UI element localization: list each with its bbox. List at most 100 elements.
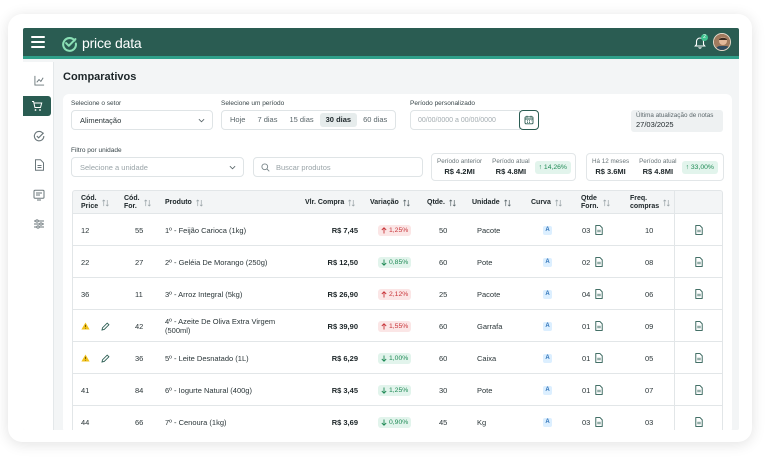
cell-qtde-forn[interactable]: 03: [582, 406, 603, 430]
edit-button[interactable]: [101, 310, 110, 342]
curve-badge: A: [543, 417, 552, 427]
cell-cod-for: 11: [135, 289, 143, 299]
col-qtde-forn-line1: Qtde: [581, 195, 597, 202]
table-row[interactable]: 22 27 2º - Geléia De Morango (250g) R$ 12,5…: [72, 246, 723, 278]
cell-freq: 09: [645, 321, 654, 331]
row-document-button[interactable]: [695, 310, 703, 342]
sidebar-item-dashboard[interactable]: [29, 70, 49, 90]
cell-variacao: 1,25%: [378, 214, 412, 246]
col-vlr-compra[interactable]: Vlr. Compra: [305, 191, 356, 215]
col-cod-price[interactable]: Cód. Price: [81, 191, 109, 215]
cell-unidade: Pote: [477, 385, 493, 395]
cell-curva: A: [543, 374, 552, 406]
cell-qtde-forn[interactable]: 03: [582, 214, 603, 246]
period-option-today[interactable]: Hoje: [224, 113, 251, 127]
sector-select[interactable]: Alimentação: [71, 110, 213, 130]
col-qtde-forn-line2: Forn.: [581, 203, 599, 210]
suppliers-count: 03: [582, 225, 591, 235]
table-row[interactable]: 44 66 7º - Cenoura (1kg) R$ 3,69 0,90% 45 Kg A 0…: [72, 406, 723, 430]
col-qtde[interactable]: Qtde.: [427, 191, 456, 215]
app-logo[interactable]: price data: [61, 34, 142, 52]
variation-value: 2,12%: [389, 290, 409, 298]
col-qtde-forn[interactable]: Qtde Forn.: [581, 191, 610, 215]
table-row[interactable]: 36 11 3º - Arroz Integral (5kg) R$ 26,90 2,1…: [72, 278, 723, 310]
variation-value: 1,25%: [389, 226, 409, 234]
user-avatar[interactable]: [713, 33, 731, 51]
sidebar-item-documents[interactable]: [29, 155, 49, 175]
row-document-button[interactable]: [695, 342, 703, 374]
col-unidade-label: Unidade: [472, 199, 500, 206]
cell-qtde-forn[interactable]: 02: [582, 246, 603, 278]
arrow-up-icon: [381, 322, 387, 329]
sort-icon: [143, 199, 151, 207]
variation-value: 1,00%: [389, 354, 409, 362]
cell-qtde-forn[interactable]: 01: [582, 374, 603, 406]
col-variacao-label: Variação: [370, 199, 399, 206]
custom-period-input[interactable]: 00/00/0000 a 00/00/0000: [410, 110, 520, 130]
cell-variacao: 1,25%: [378, 374, 412, 406]
sort-icon: [555, 199, 562, 207]
suppliers-count: 01: [582, 321, 591, 331]
edit-button[interactable]: [101, 342, 110, 374]
table-row[interactable]: 12 55 1º - Feijão Carioca (1kg) R$ 7,45 1,25…: [72, 214, 723, 246]
calendar-button[interactable]: [519, 110, 539, 130]
search-icon: [261, 163, 270, 172]
cell-qtde-forn[interactable]: 04: [582, 278, 603, 310]
col-cod-for[interactable]: Cód. For.: [124, 191, 151, 215]
cell-variacao: 0,90%: [378, 406, 412, 430]
sidebar: [23, 62, 54, 430]
cell-produto: 4º - Azeite De Oliva Extra Virgem (500ml…: [165, 317, 276, 335]
col-curva[interactable]: Curva: [531, 191, 562, 215]
arrow-down-icon: [381, 419, 387, 426]
current-period-label: Período atual: [492, 158, 530, 165]
last-update-value: 27/03/2025: [636, 120, 674, 129]
variation-badge: 1,25%: [378, 384, 412, 396]
period-option-15-days[interactable]: 15 dias: [283, 113, 319, 127]
table-row[interactable]: 36 5º - Leite Desnatado (1L) R$ 6,29 1,00% 6…: [72, 342, 723, 374]
cell-freq: 06: [645, 289, 654, 299]
column-divider: [674, 374, 675, 406]
unit-select[interactable]: Selecione a unidade: [71, 157, 244, 177]
menu-icon[interactable]: [31, 36, 45, 48]
sidebar-item-reports[interactable]: [29, 185, 49, 205]
curve-badge: A: [543, 289, 552, 299]
sort-icon: [449, 199, 456, 207]
sidebar-item-settings[interactable]: [29, 214, 49, 234]
document-icon: [595, 385, 603, 395]
sidebar-item-comparativos[interactable]: [23, 96, 51, 116]
cell-curva: A: [543, 278, 552, 310]
row-document-button[interactable]: [695, 278, 703, 310]
search-input[interactable]: Buscar produtos: [253, 157, 423, 177]
col-freq-line1: Freq.: [630, 195, 648, 202]
col-variacao[interactable]: Variação: [370, 191, 410, 215]
main-content: Comparativos Selecione o setor Alimentaç…: [54, 62, 739, 430]
row-document-button[interactable]: [695, 214, 703, 246]
cell-freq: 05: [645, 353, 654, 363]
cell-qtde-forn[interactable]: 01: [582, 310, 603, 342]
row-document-button[interactable]: [695, 406, 703, 430]
document-icon: [595, 417, 603, 427]
col-freq-line2: compras: [630, 203, 660, 210]
period-option-7-days[interactable]: 7 dias: [251, 113, 283, 127]
variation-badge: 0,85%: [378, 256, 412, 268]
warning-cell[interactable]: [81, 310, 90, 342]
warning-cell[interactable]: [81, 342, 90, 374]
col-unidade[interactable]: Unidade: [472, 191, 511, 215]
edit-icon: [101, 353, 110, 363]
period-option-60-days[interactable]: 60 dias: [357, 113, 393, 127]
col-produto[interactable]: Produto: [165, 191, 203, 215]
table-row[interactable]: 41 84 6º - Iogurte Natural (400g) R$ 3,45 1,…: [72, 374, 723, 406]
period-segmented-control: Hoje 7 dias 15 dias 30 dias 60 dias: [221, 110, 397, 130]
row-document-button[interactable]: [695, 374, 703, 406]
cell-qtde-forn[interactable]: 01: [582, 342, 603, 374]
table-row[interactable]: 42 4º - Azeite De Oliva Extra Virgem (500…: [72, 310, 723, 342]
col-freq-compras[interactable]: Freq. compras: [630, 191, 670, 215]
cell-cod-price: 36: [81, 289, 90, 299]
col-produto-label: Produto: [165, 199, 192, 206]
current-period-col-2: Período atual R$ 4.8MI: [634, 158, 681, 176]
period-option-30-days[interactable]: 30 dias: [319, 113, 358, 127]
sidebar-item-approvals[interactable]: [29, 126, 49, 146]
cell-cod-price: 12: [81, 225, 90, 235]
row-document-button[interactable]: [695, 246, 703, 278]
app-name: price data: [82, 35, 142, 51]
